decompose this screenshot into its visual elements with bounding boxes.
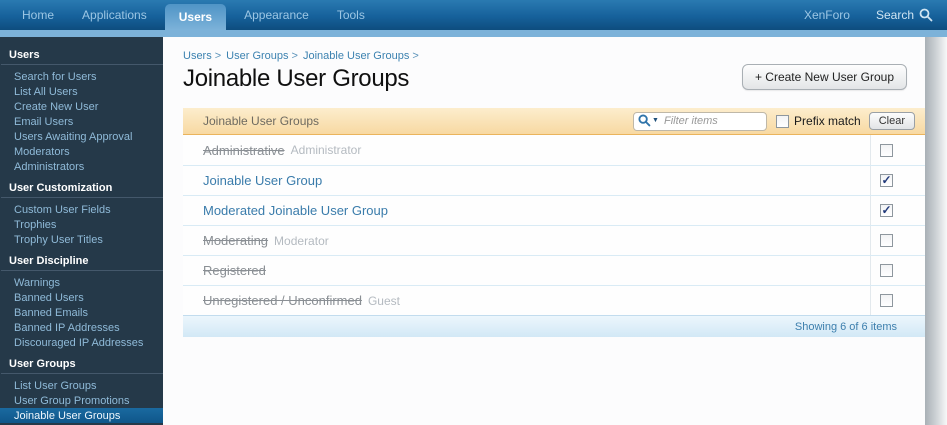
row-checkbox-cell	[870, 286, 925, 315]
user-group-secondary-title: Moderator	[274, 233, 329, 248]
sidebar-item-users-awaiting-approval[interactable]: Users Awaiting Approval	[0, 129, 163, 144]
search-label: Search	[875, 8, 914, 22]
table-row: Moderating Moderator	[183, 225, 925, 255]
sidebar-item-user-group-promotions[interactable]: User Group Promotions	[0, 393, 163, 408]
breadcrumb-link-user-groups[interactable]: User Groups	[226, 50, 288, 62]
breadcrumb-separator: >	[214, 50, 222, 62]
nav-tab-appearance[interactable]: Appearance	[230, 0, 323, 30]
sidebar-item-banned-emails[interactable]: Banned Emails	[0, 305, 163, 320]
row-checkbox-cell	[870, 135, 925, 165]
search-link[interactable]: Search	[876, 8, 933, 22]
row-checkbox-cell: ✓	[870, 196, 925, 225]
create-new-user-group-button[interactable]: + Create New User Group	[741, 64, 907, 90]
main-content: Users > User Groups > Joinable User Groups > …	[163, 37, 925, 425]
clear-button[interactable]: Clear	[868, 112, 915, 130]
page-edge-shadow	[925, 37, 947, 425]
row-checkbox-cell	[870, 226, 925, 255]
table-row: Unregistered / Unconfirmed Guest	[183, 285, 925, 315]
sidebar-item-trophies[interactable]: Trophies	[0, 217, 163, 232]
joinable-checkbox[interactable]	[880, 143, 893, 157]
filter-input[interactable]	[633, 111, 768, 131]
check-mark-icon: ✓	[881, 172, 892, 187]
user-group-name: Unregistered / Unconfirmed	[203, 293, 362, 308]
nav-tabs: Home Applications Users Appearance Tools	[0, 0, 379, 30]
check-mark-icon: ✓	[881, 202, 892, 217]
joinable-user-groups-panel: Joinable User Groups ▼ Prefix match	[183, 108, 925, 337]
sidebar-item-banned-users[interactable]: Banned Users	[0, 290, 163, 305]
row-checkbox-cell	[870, 256, 925, 285]
sidebar-item-banned-ip-addresses[interactable]: Banned IP Addresses	[0, 320, 163, 335]
nav-right: XenForo Search	[804, 0, 947, 30]
breadcrumb-separator: >	[412, 50, 419, 62]
nav-tab-applications[interactable]: Applications	[68, 0, 161, 30]
user-group-name[interactable]: Moderated Joinable User Group	[203, 203, 388, 218]
row-checkbox-cell: ✓	[870, 166, 925, 195]
nav-tab-home[interactable]: Home	[8, 0, 68, 30]
table-row: Joinable User Group ✓	[183, 165, 925, 195]
prefix-match-checkbox[interactable]	[776, 114, 790, 128]
sidebar-item-joinable-user-groups[interactable]: Joinable User Groups	[0, 408, 163, 423]
user-group-name: Moderating	[203, 233, 269, 248]
sidebar-item-moderators[interactable]: Moderators	[0, 144, 163, 159]
breadcrumb: Users > User Groups > Joinable User Groups >	[183, 50, 424, 62]
sidebar-item-search-for-users[interactable]: Search for Users	[0, 69, 163, 84]
sidebar-item-create-new-user[interactable]: Create New User	[0, 99, 163, 114]
sidebar-section-users: Users	[1, 41, 163, 65]
panel-title: Joinable User Groups	[203, 114, 320, 128]
sidebar-item-warnings[interactable]: Warnings	[0, 275, 163, 290]
search-icon	[919, 8, 933, 22]
table-row: Administrative Administrator	[183, 135, 925, 165]
user-group-list: Administrative Administrator Joinable User…	[183, 135, 925, 315]
sidebar: Users Search for Users List All Users Creat…	[0, 37, 163, 425]
sidebar-item-administrators[interactable]: Administrators	[0, 159, 163, 174]
prefix-match-option[interactable]: Prefix match	[776, 114, 861, 128]
prefix-match-label: Prefix match	[794, 114, 861, 128]
brand-link[interactable]: XenForo	[804, 8, 850, 22]
joinable-checkbox[interactable]: ✓	[880, 174, 893, 187]
filter-control: ▼	[633, 111, 768, 131]
joinable-checkbox[interactable]	[880, 234, 893, 247]
admin-page: Home Applications Users Appearance Tools Xen…	[0, 0, 947, 425]
user-group-name: Registered	[203, 263, 266, 278]
top-nav: Home Applications Users Appearance Tools Xen…	[0, 0, 947, 30]
panel-footer: Showing 6 of 6 items	[183, 315, 925, 337]
table-row: Moderated Joinable User Group ✓	[183, 195, 925, 225]
sidebar-section-user-customization: User Customization	[1, 174, 163, 198]
joinable-checkbox[interactable]	[880, 294, 893, 307]
breadcrumb-link-joinable-user-groups[interactable]: Joinable User Groups	[303, 50, 409, 62]
active-tab-strip	[0, 30, 947, 37]
sidebar-item-discouraged-ip-addresses[interactable]: Discouraged IP Addresses	[0, 335, 163, 350]
panel-header: Joinable User Groups ▼ Prefix match	[183, 108, 925, 135]
sidebar-item-trophy-user-titles[interactable]: Trophy User Titles	[0, 232, 163, 247]
sidebar-section-user-groups: User Groups	[1, 350, 163, 374]
nav-tab-tools[interactable]: Tools	[323, 0, 379, 30]
sidebar-item-custom-user-fields[interactable]: Custom User Fields	[0, 202, 163, 217]
user-group-name[interactable]: Joinable User Group	[203, 173, 322, 188]
sidebar-item-list-all-users[interactable]: List All Users	[0, 84, 163, 99]
items-count: Showing 6 of 6 items	[794, 320, 897, 333]
joinable-checkbox[interactable]	[880, 264, 893, 277]
user-group-name: Administrative	[203, 142, 285, 158]
page-title: Joinable User Groups	[183, 65, 410, 92]
sidebar-item-email-users[interactable]: Email Users	[0, 114, 163, 129]
user-group-secondary-title: Administrator	[290, 143, 362, 157]
sidebar-item-list-user-groups[interactable]: List User Groups	[0, 378, 163, 393]
nav-tab-users[interactable]: Users	[164, 4, 227, 30]
user-group-secondary-title: Guest	[367, 293, 400, 308]
joinable-checkbox[interactable]: ✓	[880, 204, 893, 217]
breadcrumb-separator: >	[291, 50, 298, 62]
table-row: Registered	[183, 255, 925, 285]
breadcrumb-link-users[interactable]: Users	[183, 50, 212, 62]
sidebar-section-user-discipline: User Discipline	[1, 247, 163, 271]
